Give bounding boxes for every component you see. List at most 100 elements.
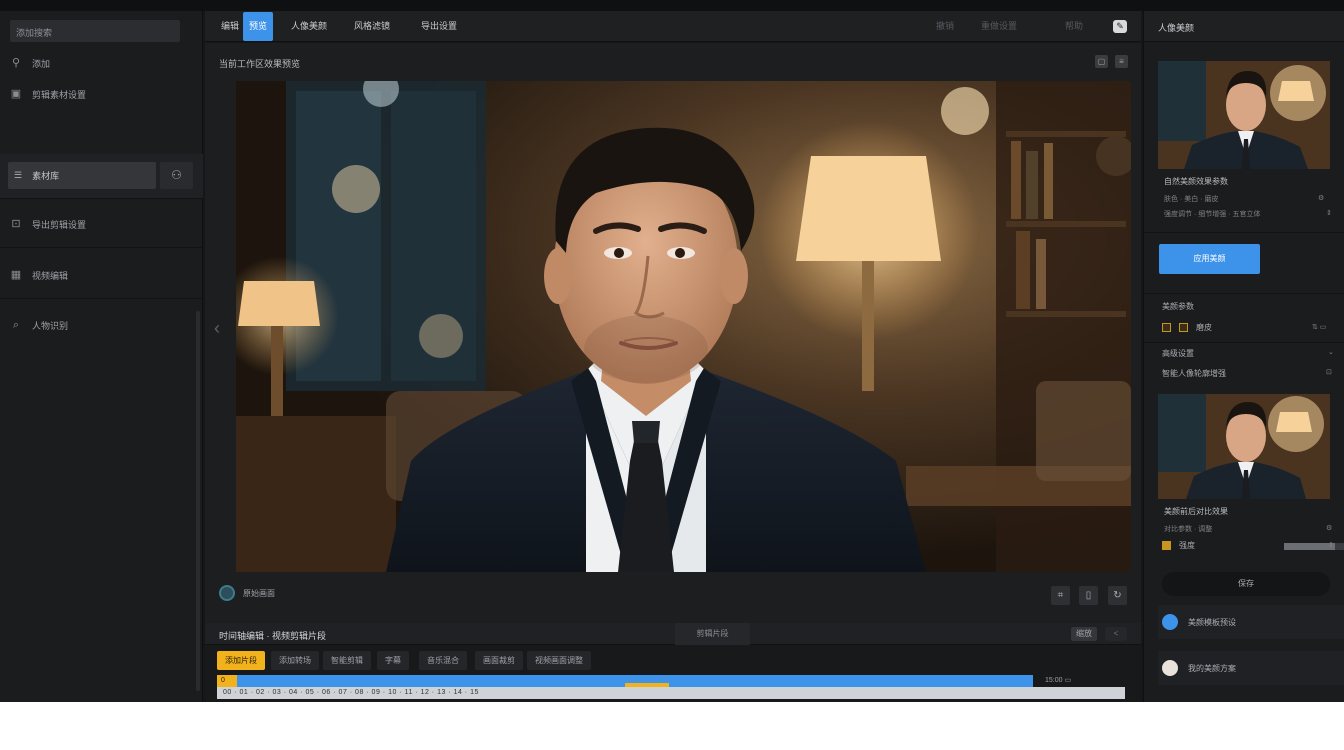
chip-music[interactable]: 音乐混合 — [419, 651, 467, 670]
search-user-icon: ⌕ — [12, 319, 20, 331]
undo-button[interactable]: 撤销 — [936, 11, 954, 42]
thumbnail-portrait — [1158, 61, 1330, 169]
sidebar-search-input[interactable]: 添加搜索 — [10, 20, 180, 42]
tab-edit[interactable]: 编辑 — [215, 11, 245, 42]
rotate-button[interactable]: ↻ — [1108, 586, 1127, 605]
preset-label: 我的美颜方案 — [1188, 663, 1236, 673]
globe-icon — [1162, 614, 1178, 630]
redo-settings-button[interactable]: 重做设置 — [981, 11, 1017, 42]
right-panel: 人像美颜 自然美颜效果参数 肤色 · 美白 · 磨皮 强度调节 · 细节增强 ·… — [1143, 11, 1344, 702]
beauty-param-row[interactable]: 磨皮 — [1162, 322, 1212, 333]
sidebar-item-label: 素材库 — [32, 171, 60, 181]
param-checkbox[interactable] — [1179, 323, 1188, 332]
tab-portrait-beauty[interactable]: 人像美颜 — [285, 11, 333, 42]
value-stepper[interactable]: ⇅ ▭ — [1312, 323, 1326, 331]
preview-panel: 当前工作区效果预览 ▢ ≡ ‹ 原始画面 ⌗ ▯ ↻ — [205, 43, 1141, 623]
sidebar-divider — [0, 198, 203, 199]
tab-style-filter[interactable]: 风格滤镜 — [348, 11, 396, 42]
sidebar-scrollbar[interactable] — [196, 311, 200, 691]
left-sidebar: 添加搜索 ⚲ 添加 ▣ 剪辑素材设置 ☰ 素材库 ⚇ ⊡ 导出剪辑设置 ▦ 视频… — [0, 11, 203, 702]
strength-slider[interactable] — [1284, 543, 1344, 550]
timeline-panel: 时间轴编辑 · 视频剪辑片段 剪辑片段 缩放 < 添加片段 添加转场 智能剪辑 … — [205, 623, 1141, 702]
expand-icon: ▢ — [1097, 57, 1106, 66]
sidebar-user-search-button[interactable]: ⚇ — [160, 162, 193, 189]
help-button[interactable]: 帮助 — [1065, 11, 1083, 42]
timeline-header: 时间轴编辑 · 视频剪辑片段 剪辑片段 缩放 < — [205, 623, 1141, 645]
param-checkbox[interactable] — [1162, 323, 1171, 332]
settings-icon[interactable]: ⚙ — [1326, 524, 1332, 532]
card1-line1: 肤色 · 美白 · 磨皮 — [1164, 196, 1219, 203]
calendar-icon: ▣ — [10, 88, 22, 100]
thumbnail-portrait — [1158, 394, 1330, 499]
tab-clip[interactable]: 剪辑片段 — [675, 623, 750, 645]
preview-title: 当前工作区效果预览 — [219, 59, 301, 69]
user-icon — [1162, 660, 1178, 676]
prev-arrow-icon[interactable]: ‹ — [214, 318, 220, 339]
crop-icon: ⌗ — [1057, 590, 1064, 601]
sidebar-item-person-recognition[interactable]: ⌕ 人物识别 — [10, 317, 68, 333]
right-panel-title: 人像美颜 — [1158, 23, 1195, 33]
sidebar-item-add[interactable]: ⚲ 添加 — [10, 55, 50, 71]
strength-swatch — [1162, 541, 1171, 550]
preset-item-templates[interactable]: 美颜模板预设 — [1158, 605, 1344, 639]
time-ruler[interactable]: 00 · 01 · 02 · 03 · 04 · 05 · 06 · 07 · … — [217, 687, 1125, 699]
sidebar-item-library[interactable]: ☰ 素材库 — [8, 162, 156, 189]
advanced-label: 智能人像轮廓增强 — [1162, 369, 1226, 378]
section-title: 美颜参数 — [1162, 302, 1194, 311]
chip-adjust[interactable]: 视频画面调整 — [527, 651, 591, 670]
param-label: 磨皮 — [1196, 323, 1212, 332]
collapse-button[interactable]: < — [1105, 627, 1127, 641]
sidebar-item-label: 剪辑素材设置 — [32, 89, 87, 100]
card1-line2: 强度调节 · 细节增强 · 五官立体 — [1164, 211, 1261, 218]
adjust-icon[interactable]: ⇕ — [1326, 209, 1332, 217]
section-title: 高级设置 — [1162, 349, 1194, 358]
link-icon: ⚲ — [11, 57, 21, 69]
strength-row[interactable]: 强度 — [1162, 540, 1195, 551]
section-advanced[interactable]: 高级设置 — [1162, 348, 1194, 359]
track-start-marker[interactable]: 0 — [217, 675, 237, 687]
preset-label: 美颜模板预设 — [1188, 617, 1236, 627]
chip-smart-cut[interactable]: 智能剪辑 — [323, 651, 371, 670]
sidebar-item-clip-settings[interactable]: ▣ 剪辑素材设置 — [10, 86, 86, 102]
fullscreen-button[interactable]: ▢ — [1095, 55, 1108, 68]
compare-button[interactable]: ▯ — [1079, 586, 1098, 605]
chat-icon[interactable]: ✎ — [1113, 20, 1127, 33]
portrait-preview-image — [236, 81, 1131, 572]
timeline-title: 时间轴编辑 · 视频剪辑片段 — [219, 631, 326, 641]
edit-icon[interactable]: ⚙ — [1318, 194, 1324, 202]
chip-add-transition[interactable]: 添加转场 — [271, 651, 319, 670]
advanced-row[interactable]: 智能人像轮廓增强 — [1162, 368, 1226, 379]
right-divider — [1144, 232, 1344, 233]
editor-window: 添加搜索 ⚲ 添加 ▣ 剪辑素材设置 ☰ 素材库 ⚇ ⊡ 导出剪辑设置 ▦ 视频… — [0, 0, 1344, 702]
sidebar-item-export[interactable]: ⊡ 导出剪辑设置 — [10, 216, 86, 232]
apply-beauty-button[interactable]: 应用美颜 — [1159, 244, 1260, 274]
sidebar-item-label: 视频编辑 — [32, 270, 69, 281]
card1-title: 自然美颜效果参数 — [1164, 177, 1228, 186]
section-beauty-params[interactable]: 美颜参数 — [1162, 301, 1194, 312]
rotate-icon: ↻ — [1113, 590, 1122, 601]
more-button[interactable]: ≡ — [1115, 55, 1128, 68]
tab-preview[interactable]: 预览 — [243, 12, 274, 41]
beauty-preview-thumbnail[interactable] — [1158, 61, 1330, 169]
card2-title: 美颜前后对比效果 — [1164, 507, 1228, 516]
expand-icon[interactable]: ⊡ — [1326, 368, 1332, 376]
crop-button[interactable]: ⌗ — [1051, 586, 1070, 605]
preset-item-my-plans[interactable]: 我的美颜方案 — [1158, 651, 1344, 685]
top-tab-bar: 编辑 预览 人像美颜 风格滤镜 导出设置 撤销 重做设置 帮助 ✎ — [205, 11, 1141, 42]
user-search-icon: ⚇ — [171, 168, 182, 182]
comparison-thumbnail[interactable] — [1158, 394, 1330, 499]
compare-icon: ▯ — [1085, 590, 1092, 601]
chip-crop[interactable]: 画面裁剪 — [475, 651, 523, 670]
tab-export-settings[interactable]: 导出设置 — [415, 11, 463, 42]
avatar[interactable] — [219, 585, 235, 601]
sidebar-item-label: 添加 — [32, 58, 51, 69]
save-button[interactable]: 保存 — [1162, 572, 1330, 596]
right-divider — [1144, 293, 1344, 294]
chevron-icon[interactable]: ⇕ — [1328, 541, 1334, 549]
window-top-strip — [0, 0, 1344, 11]
chevron-down-icon[interactable]: ⌄ — [1328, 348, 1334, 356]
sidebar-item-video-edit[interactable]: ▦ 视频编辑 — [10, 267, 68, 283]
chip-subtitle[interactable]: 字幕 — [377, 651, 409, 670]
zoom-button[interactable]: 缩放 — [1071, 627, 1097, 641]
chip-add-clip[interactable]: 添加片段 — [217, 651, 265, 670]
